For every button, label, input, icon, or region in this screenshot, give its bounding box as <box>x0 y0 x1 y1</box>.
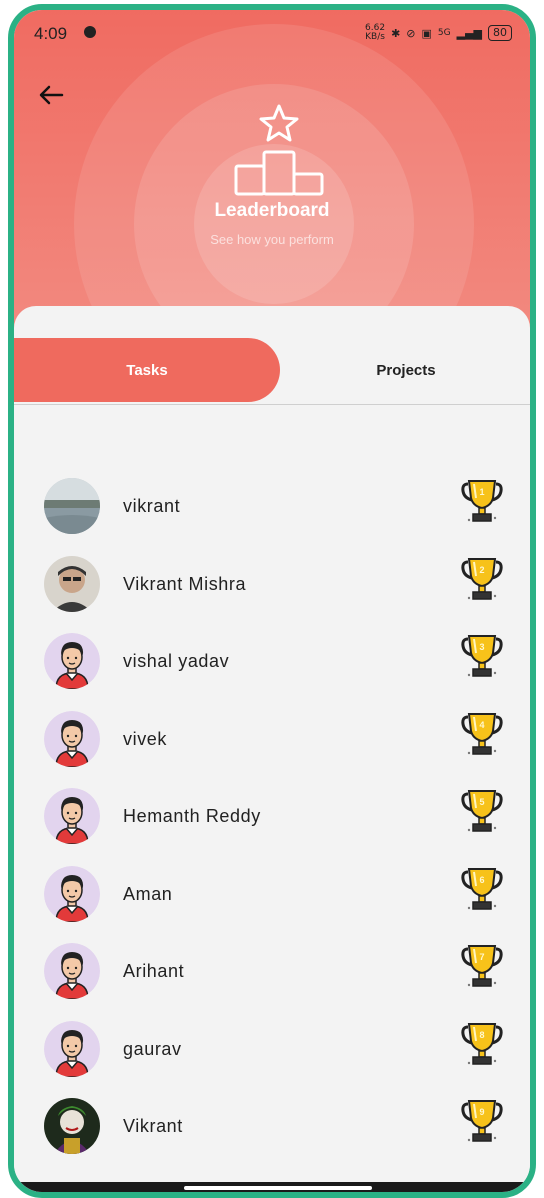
phone-frame: 4:09 6.62 KB/s ✱ ⊘ ▣ 5G ▂▄▆ 80 Leaderboa… <box>8 4 536 1198</box>
content-sheet: Tasks Projects vikrant 1 Vikrant Mishra 2 vi… <box>14 306 530 1192</box>
user-name: Hemanth Reddy <box>123 806 261 826</box>
battery-icon: 80 <box>488 25 512 41</box>
page-subtitle: See how you perform <box>210 232 334 247</box>
leaderboard-row[interactable]: Vikrant 9 <box>14 1090 530 1160</box>
avatar <box>44 788 100 844</box>
page-title: Leaderboard <box>214 200 330 221</box>
signal-icon: ▂▄▆ <box>456 26 482 40</box>
leaderboard-row[interactable]: Vikrant Mishra 2 <box>14 548 530 618</box>
user-name: vivek <box>123 728 168 749</box>
trophy-icon: 6 <box>460 866 504 916</box>
back-arrow-icon[interactable] <box>36 80 66 110</box>
network-type: 5G <box>437 28 451 38</box>
leaderboard-row[interactable]: Hemanth Reddy 5 <box>14 780 530 850</box>
leaderboard-row[interactable]: gaurav 8 <box>14 1013 530 1083</box>
svg-text:5: 5 <box>479 797 484 807</box>
user-name: Aman <box>123 883 173 904</box>
svg-text:8: 8 <box>479 1030 484 1040</box>
svg-text:6: 6 <box>479 875 484 885</box>
trophy-icon: 5 <box>460 788 504 838</box>
message-notification-icon <box>84 26 96 38</box>
avatar <box>44 943 100 999</box>
svg-text:7: 7 <box>479 952 484 962</box>
status-bar: 4:09 6.62 KB/s ✱ ⊘ ▣ 5G ▂▄▆ 80 <box>14 10 530 60</box>
leaderboard-header: 4:09 6.62 KB/s ✱ ⊘ ▣ 5G ▂▄▆ 80 Leaderboa… <box>14 10 530 340</box>
trophy-icon: 2 <box>460 556 504 606</box>
trophy-icon: 3 <box>460 633 504 683</box>
avatar <box>44 478 100 534</box>
tab-divider <box>14 404 530 405</box>
sim-icon: ▣ <box>421 26 432 40</box>
user-name: vishal yadav <box>123 651 230 671</box>
status-time: 4:09 <box>34 24 68 43</box>
trophy-icon: 8 <box>460 1021 504 1071</box>
link-icon: ⊘ <box>406 26 416 40</box>
tab-bar: Tasks Projects <box>14 338 530 404</box>
user-name: gaurav <box>123 1038 182 1059</box>
tab-tasks[interactable]: Tasks <box>14 338 280 402</box>
user-name: vikrant <box>123 496 181 516</box>
avatar <box>44 1020 100 1077</box>
avatar <box>44 710 100 767</box>
home-indicator[interactable] <box>184 1186 372 1190</box>
trophy-icon: 9 <box>460 1098 504 1148</box>
avatar <box>44 633 100 689</box>
user-name: Vikrant <box>123 1116 183 1136</box>
trophy-icon: 4 <box>460 711 504 761</box>
status-icons: 6.62 KB/s ✱ ⊘ ▣ 5G ▂▄▆ 80 <box>365 24 512 42</box>
user-name: Arihant <box>123 961 185 981</box>
leaderboard-row[interactable]: Arihant 7 <box>14 935 530 1005</box>
trophy-icon: 7 <box>460 943 504 993</box>
leaderboard-row[interactable]: vishal yadav 3 <box>14 625 530 695</box>
svg-text:4: 4 <box>479 720 484 730</box>
avatar <box>44 1098 100 1154</box>
svg-text:2: 2 <box>479 565 484 575</box>
leaderboard-row[interactable]: Aman 6 <box>14 858 530 928</box>
avatar <box>44 865 100 922</box>
avatar <box>44 555 100 612</box>
bluetooth-icon: ✱ <box>391 26 401 40</box>
tab-projects[interactable]: Projects <box>282 338 530 402</box>
leaderboard-row[interactable]: vikrant 1 <box>14 470 530 540</box>
svg-text:9: 9 <box>479 1107 484 1117</box>
trophy-icon: 1 <box>460 478 504 528</box>
leaderboard-row[interactable]: vivek 4 <box>14 703 530 773</box>
navigation-bar <box>14 1182 530 1192</box>
podium-icon <box>234 104 324 196</box>
svg-text:1: 1 <box>479 487 484 497</box>
network-speed: 6.62 KB/s <box>365 23 386 42</box>
svg-text:3: 3 <box>479 642 484 652</box>
user-name: Vikrant Mishra <box>123 573 247 594</box>
